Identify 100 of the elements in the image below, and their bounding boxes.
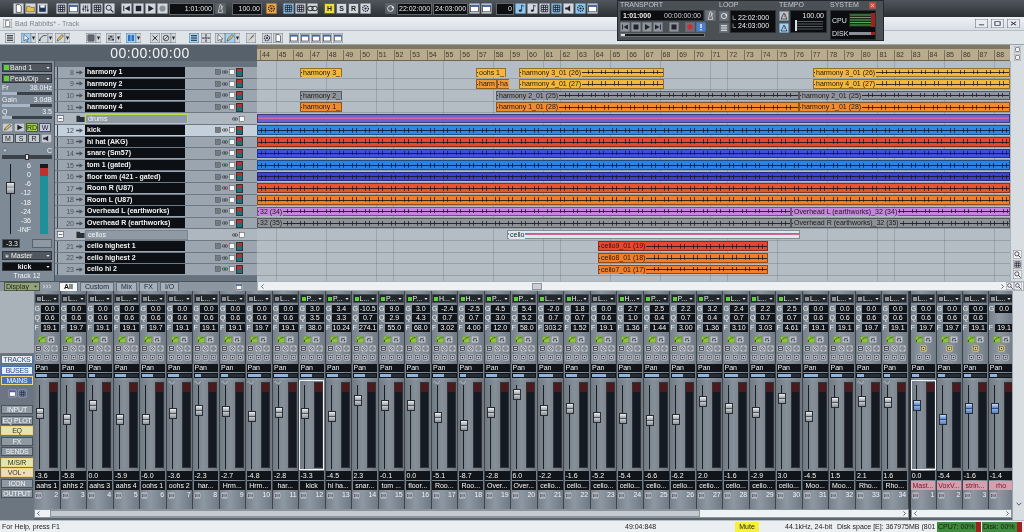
fader-track[interactable] [804, 385, 813, 469]
save-icon[interactable] [37, 3, 48, 14]
square-toggle-icon[interactable] [69, 354, 77, 361]
square-toggle-icon[interactable] [883, 354, 891, 361]
square-toggle-icon[interactable] [967, 354, 975, 361]
square-toggle-icon[interactable] [485, 354, 493, 361]
fader-track[interactable] [725, 385, 734, 469]
curve-icon[interactable] [144, 336, 153, 343]
position-slider[interactable] [620, 33, 705, 37]
circle-slash-icon[interactable] [493, 345, 501, 352]
gear-icon[interactable] [266, 3, 277, 14]
pan-slider[interactable] [326, 373, 351, 378]
minus-box-icon[interactable] [538, 345, 546, 352]
pan-slider[interactable] [697, 373, 722, 378]
circle-slash-icon[interactable] [308, 345, 316, 352]
square-toggle-icon[interactable] [175, 354, 183, 361]
caret-icon[interactable] [171, 32, 176, 43]
curve-icon[interactable] [91, 336, 100, 343]
fader-thumb[interactable] [619, 412, 628, 424]
square-toggle-icon[interactable] [750, 354, 758, 361]
ring-icon[interactable] [528, 345, 536, 352]
circle-slash-icon[interactable] [122, 345, 130, 352]
play-icon[interactable] [145, 3, 156, 14]
pan-slider[interactable] [910, 373, 936, 378]
pan-slider[interactable] [936, 373, 962, 378]
pan-slider[interactable] [167, 373, 192, 378]
circle-slash-icon[interactable] [705, 345, 713, 352]
pan-slider[interactable] [962, 373, 988, 378]
fader-track[interactable] [327, 385, 336, 469]
sliders-icon[interactable] [577, 336, 586, 343]
channel-icon[interactable] [671, 491, 679, 499]
minus-box-icon[interactable] [883, 345, 891, 352]
window-icon[interactable] [322, 32, 332, 43]
minimize-icon[interactable] [975, 19, 988, 28]
curve-icon[interactable] [276, 336, 285, 343]
channel-icon[interactable] [326, 491, 334, 499]
channel-icon[interactable] [538, 491, 546, 499]
pan-slider[interactable] [458, 373, 483, 378]
collapse-icon[interactable] [57, 231, 64, 239]
square-icon[interactable] [229, 243, 235, 250]
zoom-icon[interactable] [1006, 282, 1014, 290]
fader-thumb[interactable] [778, 393, 787, 404]
sliders-icon[interactable] [312, 336, 321, 343]
square-toggle-icon[interactable] [263, 354, 271, 361]
square-toggle-icon[interactable] [334, 354, 342, 361]
ring-icon[interactable] [236, 345, 244, 352]
square-toggle-icon[interactable] [538, 354, 546, 361]
pan-slider[interactable] [352, 373, 377, 378]
circle-slash-icon[interactable] [520, 345, 528, 352]
circle-slash-icon[interactable] [467, 345, 475, 352]
fader-thumb[interactable] [539, 405, 548, 417]
ring-icon[interactable] [899, 345, 907, 352]
fader-track[interactable] [248, 385, 257, 469]
curve-icon[interactable] [806, 336, 815, 343]
gear-icon[interactable] [262, 32, 272, 43]
fader-thumb[interactable] [89, 400, 98, 412]
pan-slider[interactable] [723, 373, 748, 378]
vertical-scrollbar[interactable] [1012, 291, 1024, 520]
minus-box-icon[interactable] [141, 345, 149, 352]
ring-icon[interactable] [634, 345, 642, 352]
sliders-icon[interactable] [285, 336, 294, 343]
fader-thumb[interactable] [6, 182, 15, 194]
circle-slash-icon[interactable] [255, 345, 263, 352]
fader-thumb[interactable] [857, 396, 866, 407]
pan-slider[interactable] [405, 373, 430, 378]
square-toggle-icon[interactable] [183, 354, 191, 361]
ring-icon[interactable] [422, 345, 430, 352]
fader-track[interactable] [221, 385, 230, 469]
window-icon[interactable] [7, 388, 17, 398]
fader-thumb[interactable] [964, 403, 973, 415]
square-toggle-icon[interactable] [43, 354, 51, 361]
square-toggle-icon[interactable] [565, 354, 573, 361]
channel-icon[interactable] [750, 491, 758, 499]
window-icon[interactable] [587, 3, 598, 14]
note-icon[interactable] [527, 3, 538, 14]
fader-thumb[interactable] [672, 414, 681, 426]
sliders-icon[interactable] [1001, 336, 1010, 343]
skip-back-icon[interactable] [121, 3, 132, 14]
ring-icon[interactable] [793, 345, 801, 352]
square-toggle-icon[interactable] [758, 354, 766, 361]
minus-box-icon[interactable] [114, 345, 122, 352]
fader-track[interactable] [857, 385, 866, 469]
ring-icon[interactable] [51, 345, 59, 352]
sliders-icon[interactable] [524, 336, 533, 343]
sliders-icon[interactable] [603, 336, 612, 343]
channel-icon[interactable] [883, 491, 891, 499]
fader-thumb[interactable] [115, 413, 124, 425]
curve-icon[interactable] [250, 336, 259, 343]
fader-track[interactable] [486, 385, 495, 469]
pan-slider[interactable] [750, 373, 775, 378]
square-icon[interactable] [229, 254, 235, 261]
channel-icon[interactable] [61, 491, 69, 499]
square-toggle-icon[interactable] [316, 354, 324, 361]
fader-track[interactable] [672, 385, 681, 469]
channel-icon[interactable] [141, 491, 149, 499]
grid-icon[interactable] [56, 3, 67, 14]
pan-slider[interactable] [617, 373, 642, 378]
curve-icon[interactable] [914, 336, 923, 343]
square-toggle-icon[interactable] [395, 354, 403, 361]
minus-box-icon[interactable] [379, 345, 387, 352]
